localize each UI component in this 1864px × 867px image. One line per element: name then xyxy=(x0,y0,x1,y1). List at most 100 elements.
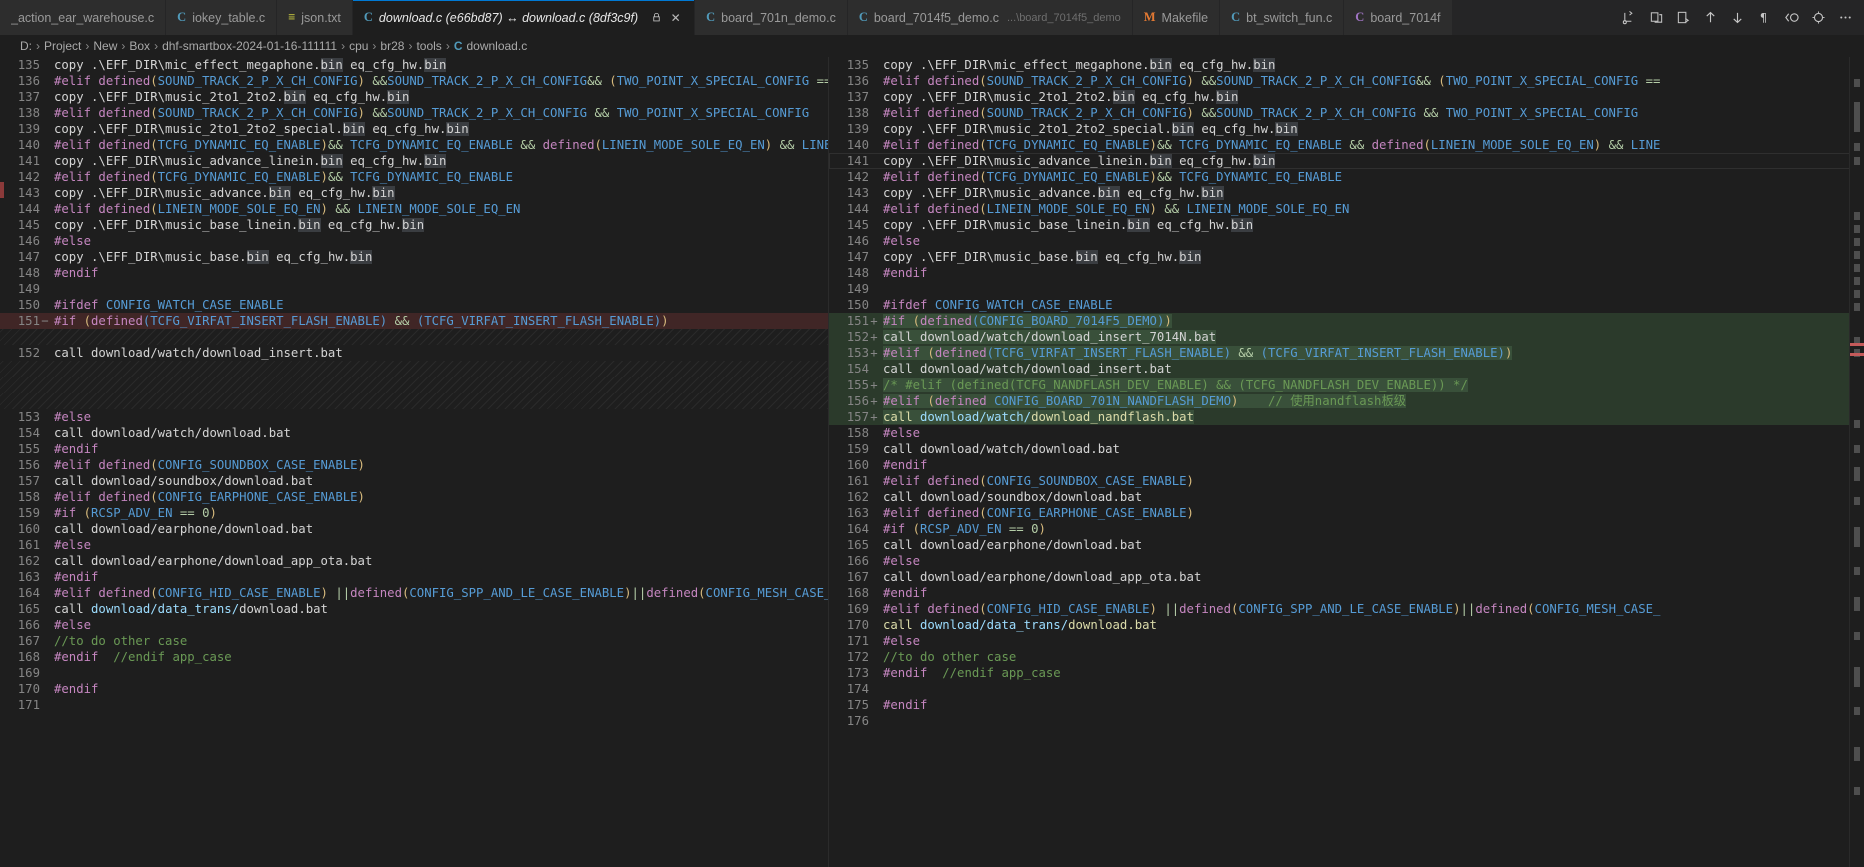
code-line-row[interactable]: 151 + #if (defined(CONFIG_BOARD_7014F5_DEM… xyxy=(829,313,1864,329)
code-line-row[interactable]: 137 copy .\EFF_DIR\music_2to1_2to2.bin eq… xyxy=(0,89,828,105)
breadcrumb-item-3[interactable]: Box xyxy=(129,39,150,53)
breadcrumb-item-0[interactable]: D: xyxy=(20,39,32,53)
editor-tab-5[interactable]: Cboard_7014f5_demo.c ...\board_7014f5_dem… xyxy=(847,0,1133,35)
code-line-row[interactable]: 145 copy .\EFF_DIR\music_base_linein.bin … xyxy=(829,217,1864,233)
code-line-row[interactable]: 160 call download/earphone/download.bat xyxy=(0,521,828,537)
code-content-original[interactable]: 135 copy .\EFF_DIR\mic_effect_megaphone.b… xyxy=(0,57,828,867)
editor-tab-6[interactable]: M Makefile xyxy=(1132,0,1221,35)
code-line-row[interactable]: 166 #else xyxy=(829,553,1864,569)
code-line-row[interactable]: 171 #else xyxy=(829,633,1864,649)
code-line-row[interactable]: 155 + /* #elif (defined(TCFG_NANDFLASH_DEV… xyxy=(829,377,1864,393)
collapse-unchanged-icon[interactable] xyxy=(1779,5,1804,30)
code-line-row[interactable]: 172 //to do other case xyxy=(829,649,1864,665)
code-line-row[interactable]: 161 #elif defined(CONFIG_SOUNDBOX_CASE_EN… xyxy=(829,473,1864,489)
code-line-row[interactable]: 170 call download/data_trans/download.bat xyxy=(829,617,1864,633)
code-line-row[interactable]: 138 #elif defined(SOUND_TRACK_2_P_X_CH_CO… xyxy=(0,105,828,121)
code-line-row[interactable]: 142 #elif defined(TCFG_DYNAMIC_EQ_ENABLE)… xyxy=(829,169,1864,185)
code-line-row[interactable]: 136 #elif defined(SOUND_TRACK_2_P_X_CH_CO… xyxy=(829,73,1864,89)
code-line-row[interactable]: 167 //to do other case xyxy=(0,633,828,649)
breadcrumb-item-2[interactable]: New xyxy=(93,39,117,53)
code-line-row[interactable]: 169 #elif defined(CONFIG_HID_CASE_ENABLE)… xyxy=(829,601,1864,617)
diff-pane-original[interactable]: 135 copy .\EFF_DIR\mic_effect_megaphone.b… xyxy=(0,57,829,867)
close-icon[interactable]: ✕ xyxy=(668,10,683,25)
code-line-row[interactable]: 165 call download/data_trans/download.bat xyxy=(0,601,828,617)
breadcrumb-item-5[interactable]: cpu xyxy=(349,39,368,53)
code-line-row[interactable]: 135 copy .\EFF_DIR\mic_effect_megaphone.b… xyxy=(0,57,828,73)
code-line-row[interactable]: 140 #elif defined(TCFG_DYNAMIC_EQ_ENABLE)… xyxy=(829,137,1864,153)
compare-changes-icon[interactable] xyxy=(1617,5,1642,30)
code-line-row[interactable]: 147 copy .\EFF_DIR\music_base.bin eq_cfg_… xyxy=(829,249,1864,265)
code-line-row[interactable]: 157 + call download/watch/download_nandfla… xyxy=(829,409,1864,425)
code-line-row[interactable]: 145 copy .\EFF_DIR\music_base_linein.bin … xyxy=(0,217,828,233)
open-changes-icon[interactable] xyxy=(1671,5,1696,30)
more-actions-icon[interactable] xyxy=(1833,5,1858,30)
code-line-row[interactable]: 162 call download/earphone/download_app_o… xyxy=(0,553,828,569)
code-line-row[interactable]: 150 #ifdef CONFIG_WATCH_CASE_ENABLE xyxy=(829,297,1864,313)
editor-tab-4[interactable]: Cboard_701n_demo.c xyxy=(695,0,848,35)
code-content-modified[interactable]: 135 copy .\EFF_DIR\mic_effect_megaphone.b… xyxy=(829,57,1864,867)
editor-tab-1[interactable]: Ciokey_table.c xyxy=(166,0,278,35)
code-line-row[interactable]: 169 xyxy=(0,665,828,681)
code-line-row[interactable]: 168 #endif //endif app_case xyxy=(0,649,828,665)
code-line-row[interactable]: 144 #elif defined(LINEIN_MODE_SOLE_EQ_EN)… xyxy=(829,201,1864,217)
code-line-row[interactable]: 144 #elif defined(LINEIN_MODE_SOLE_EQ_EN)… xyxy=(0,201,828,217)
code-line-row[interactable]: 154 call download/watch/download.bat xyxy=(0,425,828,441)
breadcrumb-item-6[interactable]: br28 xyxy=(380,39,404,53)
code-line-row[interactable]: 158 #else xyxy=(829,425,1864,441)
code-line-row[interactable]: 153 + #elif (defined(TCFG_VIRFAT_INSERT_FL… xyxy=(829,345,1864,361)
code-line-row[interactable]: 173 #endif //endif app_case xyxy=(829,665,1864,681)
editor-tab-8[interactable]: Cboard_7014f xyxy=(1344,0,1453,35)
editor-tab-2[interactable]: ≡ json.txt xyxy=(277,0,353,35)
code-line-row[interactable]: 159 call download/watch/download.bat xyxy=(829,441,1864,457)
code-line-row[interactable]: 176 xyxy=(829,713,1864,729)
code-line-row[interactable]: 160 #endif xyxy=(829,457,1864,473)
code-line-row[interactable]: 174 xyxy=(829,681,1864,697)
code-line-row[interactable]: 158 #elif defined(CONFIG_EARPHONE_CASE_EN… xyxy=(0,489,828,505)
code-line-row[interactable]: 148 #endif xyxy=(0,265,828,281)
code-line-row[interactable]: 153 #else xyxy=(0,409,828,425)
code-line-row[interactable]: 141 copy .\EFF_DIR\music_advance_linein.b… xyxy=(0,153,828,169)
minimap[interactable] xyxy=(1850,57,1864,867)
code-line-row[interactable]: 146 #else xyxy=(829,233,1864,249)
code-line-row[interactable]: 140 #elif defined(TCFG_DYNAMIC_EQ_ENABLE)… xyxy=(0,137,828,153)
code-line-row[interactable]: 156 + #elif (defined CONFIG_BOARD_701N_NAN… xyxy=(829,393,1864,409)
code-line-row[interactable]: 156 #elif defined(CONFIG_SOUNDBOX_CASE_EN… xyxy=(0,457,828,473)
code-line-row[interactable]: 159 #if (RCSP_ADV_EN == 0) xyxy=(0,505,828,521)
breadcrumb-item-7[interactable]: tools xyxy=(416,39,441,53)
diff-pane-modified[interactable]: 135 copy .\EFF_DIR\mic_effect_megaphone.b… xyxy=(829,57,1864,867)
code-line-row[interactable]: 152 + call download/watch/download_insert_… xyxy=(829,329,1864,345)
code-line-row[interactable]: 135 copy .\EFF_DIR\mic_effect_megaphone.b… xyxy=(829,57,1864,73)
code-line-row[interactable]: 157 call download/soundbox/download.bat xyxy=(0,473,828,489)
settings-gear-icon[interactable] xyxy=(1806,5,1831,30)
editor-tab-3[interactable]: Cdownload.c (e66bd87) ↔ download.c (8df3… xyxy=(352,0,696,35)
toggle-whitespace-icon[interactable]: ¶ xyxy=(1752,5,1777,30)
editor-tab-0[interactable]: _action_ear_warehouse.c xyxy=(0,0,167,35)
code-line-row[interactable]: 139 copy .\EFF_DIR\music_2to1_2to2_specia… xyxy=(0,121,828,137)
code-line-row[interactable]: 162 call download/soundbox/download.bat xyxy=(829,489,1864,505)
breadcrumb-item-1[interactable]: Project xyxy=(44,39,81,53)
code-line-row[interactable]: 170 #endif xyxy=(0,681,828,697)
code-line-row[interactable]: 175 #endif xyxy=(829,697,1864,713)
breadcrumb-item-4[interactable]: dhf-smartbox-2024-01-16-111111 xyxy=(162,39,337,53)
code-line-row[interactable]: 143 copy .\EFF_DIR\music_advance.bin eq_c… xyxy=(0,185,828,201)
code-line-row[interactable]: 138 #elif defined(SOUND_TRACK_2_P_X_CH_CO… xyxy=(829,105,1864,121)
code-line-row[interactable]: 163 #elif defined(CONFIG_EARPHONE_CASE_EN… xyxy=(829,505,1864,521)
code-line-row[interactable]: 137 copy .\EFF_DIR\music_2to1_2to2.bin eq… xyxy=(829,89,1864,105)
code-line-row[interactable]: 143 copy .\EFF_DIR\music_advance.bin eq_c… xyxy=(829,185,1864,201)
code-line-row[interactable]: 142 #elif defined(TCFG_DYNAMIC_EQ_ENABLE)… xyxy=(0,169,828,185)
code-line-row[interactable]: 152 call download/watch/download_insert.b… xyxy=(0,345,828,361)
code-line-row[interactable]: 163 #endif xyxy=(0,569,828,585)
editor-tab-7[interactable]: Cbt_switch_fun.c xyxy=(1220,0,1345,35)
code-line-row[interactable]: 139 copy .\EFF_DIR\music_2to1_2to2_specia… xyxy=(829,121,1864,137)
code-line-row[interactable]: 155 #endif xyxy=(0,441,828,457)
code-line-row[interactable]: 167 call download/earphone/download_app_o… xyxy=(829,569,1864,585)
code-line-row[interactable]: 164 #if (RCSP_ADV_EN == 0) xyxy=(829,521,1864,537)
breadcrumb-file[interactable]: Cdownload.c xyxy=(454,39,527,53)
code-line-row[interactable]: 161 #else xyxy=(0,537,828,553)
code-line-row[interactable]: 168 #endif xyxy=(829,585,1864,601)
code-line-row[interactable]: 151− #if (defined(TCFG_VIRFAT_INSERT_FLAS… xyxy=(0,313,828,329)
code-line-row[interactable]: 149 xyxy=(829,281,1864,297)
code-line-row[interactable]: 164 #elif defined(CONFIG_HID_CASE_ENABLE)… xyxy=(0,585,828,601)
lock-icon[interactable] xyxy=(649,10,664,25)
code-line-row[interactable]: 146 #else xyxy=(0,233,828,249)
